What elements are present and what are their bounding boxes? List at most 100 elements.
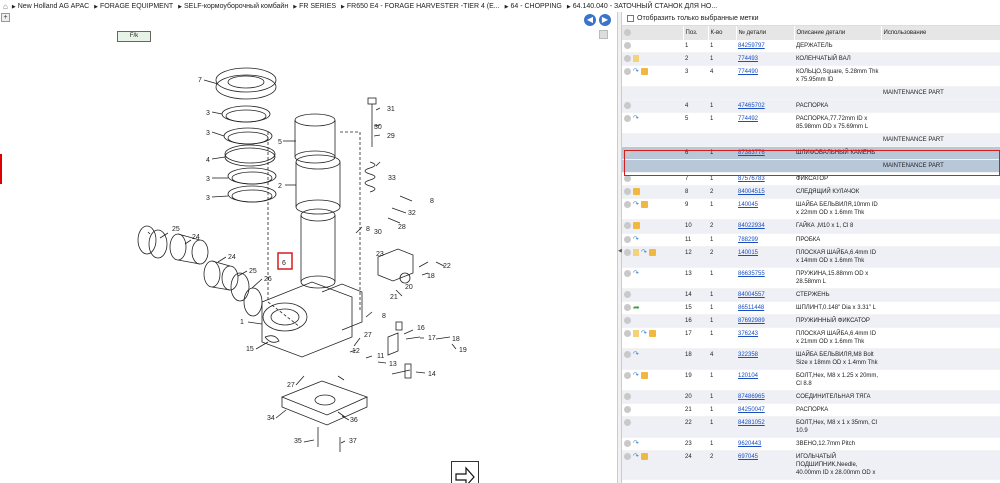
part-number-link[interactable]: 774492 xyxy=(738,116,758,122)
add-circle-icon[interactable] xyxy=(624,42,631,49)
part-number-link[interactable]: 140045 xyxy=(738,202,758,208)
table-row[interactable]: 20 1 87486965 СОЕДИНИТЕЛЬНАЯ ТЯГА xyxy=(622,390,1000,404)
table-row[interactable]: 6 1 87383776 ШЛИФОВАЛЬНЫЙ КАМЕНЬ xyxy=(622,146,1000,161)
table-row[interactable]: ↷ 19 1 120104 БОЛТ,Hex, M8 x 1.25 x 20mm, Cl… xyxy=(622,369,1000,391)
table-row[interactable]: ↷ 9 1 140045 ШАЙБА БЕЛЬВИЛЯ,10mm ID x 22mm O… xyxy=(622,198,1000,221)
table-row[interactable]: ↷ 11 1 788299 ПРОБКА xyxy=(622,233,1000,247)
table-row[interactable]: ↷ 24 2 697045 ИГОЛЬЧАТЫЙ ПОДШИПНИК,Needle, 4… xyxy=(622,450,1000,481)
package-icon[interactable] xyxy=(640,453,648,461)
note-icon[interactable] xyxy=(633,248,639,256)
table-row[interactable]: 8 2 84004515 СЛЕДЯЩИЙ КУЛАЧОК xyxy=(622,185,1000,200)
breadcrumb-item[interactable]: SELF-кормоуборочный комбайн xyxy=(178,3,288,10)
add-circle-icon[interactable] xyxy=(624,269,631,277)
part-number-link[interactable]: 84281052 xyxy=(738,420,765,426)
add-circle-icon[interactable] xyxy=(624,419,631,427)
table-row[interactable]: ↷ 17 1 376243 ПЛОСКАЯ ШАЙБА,6.4mm ID x 21mm … xyxy=(622,327,1000,349)
part-number-link[interactable]: 84004515 xyxy=(738,189,765,195)
table-row[interactable]: 16 1 87692989 ПРУЖИННЫЙ ФИКСАТОР xyxy=(622,314,1000,328)
part-number-link[interactable]: 87486965 xyxy=(738,394,765,400)
replacement-arrow-icon[interactable]: ↷ xyxy=(633,236,639,243)
replacement-arrow-icon[interactable]: ↷ xyxy=(633,115,639,122)
table-row[interactable]: ↷ 3 4 774490 КОЛЬЦО,Square, 5.28mm Thk x 75.… xyxy=(622,65,1000,88)
package-icon[interactable] xyxy=(633,222,640,230)
header-part-number[interactable]: № детали xyxy=(736,26,795,40)
header-usage[interactable]: Использование xyxy=(881,26,1000,40)
table-row[interactable]: ↷ 18 4 322358 ШАЙБА БЕЛЬВИЛЯ,M8 Bolt Size x … xyxy=(622,348,1000,370)
header-pos[interactable]: Поз. xyxy=(683,26,709,40)
breadcrumb-item[interactable]: New Holland AG APAC xyxy=(12,3,89,10)
add-circle-icon[interactable] xyxy=(624,371,631,379)
part-number-link[interactable]: 87576783 xyxy=(738,176,765,182)
part-number-link[interactable]: 120104 xyxy=(738,373,758,379)
part-number-link[interactable]: 84259797 xyxy=(738,43,765,49)
settings-circle-icon[interactable] xyxy=(624,29,631,37)
add-circle-icon[interactable] xyxy=(624,102,631,110)
add-circle-icon[interactable] xyxy=(624,68,631,76)
add-circle-icon[interactable] xyxy=(624,329,631,337)
add-circle-icon[interactable] xyxy=(624,316,631,324)
add-circle-icon[interactable] xyxy=(624,248,631,256)
package-icon[interactable] xyxy=(640,201,648,209)
home-icon[interactable]: ⌂ xyxy=(3,2,8,11)
part-number-link[interactable]: 774490 xyxy=(738,69,758,75)
package-icon[interactable] xyxy=(640,68,648,76)
part-number-link[interactable]: 140015 xyxy=(738,250,758,256)
replacement-arrow-icon[interactable]: ↷ xyxy=(633,270,639,277)
splitter-handle-icon[interactable]: ◀ xyxy=(618,248,622,254)
filter-row[interactable]: Отобразить только выбранные метки xyxy=(622,12,1000,26)
replacement-arrow-icon[interactable]: ↷ xyxy=(633,440,639,447)
add-circle-icon[interactable] xyxy=(624,175,631,183)
breadcrumb-item[interactable]: FORAGE EQUIPMENT xyxy=(94,3,173,10)
add-circle-icon[interactable] xyxy=(624,303,631,311)
show-selected-checkbox[interactable] xyxy=(627,15,634,22)
table-row[interactable]: 14 1 84004557 СТЕРЖЕНЬ xyxy=(622,288,1000,302)
breadcrumb-item[interactable]: FR650 E4 - FORAGE HARVESTER -TIER 4 (E..… xyxy=(341,3,500,10)
part-number-link[interactable]: 774493 xyxy=(738,56,758,62)
part-number-link[interactable]: 86635755 xyxy=(738,271,765,277)
note-icon[interactable] xyxy=(633,329,639,337)
add-circle-icon[interactable] xyxy=(624,235,631,243)
part-number-link[interactable]: 697045 xyxy=(738,454,758,460)
table-row[interactable]: 4 1 47465702 РАСПОРКА xyxy=(622,99,1000,114)
replacement-arrow-icon[interactable]: ↷ xyxy=(633,372,639,379)
add-circle-icon[interactable] xyxy=(624,405,631,413)
part-number-link[interactable]: 788299 xyxy=(738,237,758,243)
add-circle-icon[interactable] xyxy=(624,149,631,157)
part-number-link[interactable]: 84022934 xyxy=(738,223,765,229)
breadcrumb-item[interactable]: 64.140.040 - ЗАТОЧНЫЙ СТАНОК ДЛЯ НО... xyxy=(567,3,717,10)
exploded-diagram-pane[interactable]: + F/k ◀ ▶ 7 3 3 4 3 3 5 2 31 30 29 33 8 … xyxy=(0,12,617,483)
part-number-link[interactable]: 86511448 xyxy=(738,305,764,311)
header-description[interactable]: Описание детали xyxy=(794,26,882,40)
add-circle-icon[interactable] xyxy=(624,392,631,400)
table-row[interactable]: 22 1 84281052 БОЛТ,Hex, M8 x 1 x 35mm, Cl 1… xyxy=(622,416,1000,439)
package-icon[interactable] xyxy=(640,371,648,379)
part-number-link[interactable]: 47465702 xyxy=(738,103,765,109)
table-row[interactable]: ↷ 5 1 774492 РАСПОРКА,77.72mm ID x 85.98mm O… xyxy=(622,112,1000,135)
next-page-arrow[interactable] xyxy=(451,461,479,483)
header-qty[interactable]: К-во xyxy=(708,26,737,40)
part-number-link[interactable]: 322358 xyxy=(738,352,758,358)
add-circle-icon[interactable] xyxy=(624,453,631,461)
table-row[interactable]: 1 1 84259797 ДЕРЖАТЕЛЬ xyxy=(622,40,1000,54)
table-row[interactable]: 7 1 87576783 ФИКСАТОР xyxy=(622,172,1000,187)
add-circle-icon[interactable] xyxy=(624,290,631,298)
table-row[interactable]: ➦ 15 1 86511448 ШПЛИНТ,0.148" Dia x 3.31" L xyxy=(622,301,1000,315)
table-row[interactable]: ↷ 12 2 140015 ПЛОСКАЯ ШАЙБА,6.4mm ID x 14mm … xyxy=(622,246,1000,268)
replacement-arrow-icon[interactable]: ↷ xyxy=(633,68,639,75)
breadcrumb-item[interactable]: FR SERIES xyxy=(293,3,336,10)
package-icon[interactable] xyxy=(648,248,656,256)
add-circle-icon[interactable] xyxy=(624,55,631,63)
table-row[interactable]: ↷ 13 1 86635755 ПРУЖИНА,15.88mm OD x 28.58mm… xyxy=(622,267,1000,289)
part-number-link[interactable]: 87383776 xyxy=(738,150,765,156)
green-arrow-icon[interactable]: ➦ xyxy=(633,303,640,311)
package-icon[interactable] xyxy=(648,329,656,337)
part-number-link[interactable]: 9620443 xyxy=(738,441,761,447)
add-circle-icon[interactable] xyxy=(624,115,631,123)
replacement-arrow-icon[interactable]: ↷ xyxy=(633,201,639,208)
breadcrumb-item[interactable]: 64 - CHOPPING xyxy=(505,3,562,10)
table-row[interactable]: 2 1 774493 КОЛЕНЧАТЫЙ ВАЛ xyxy=(622,52,1000,67)
add-circle-icon[interactable] xyxy=(624,188,631,196)
add-circle-icon[interactable] xyxy=(624,222,631,230)
add-circle-icon[interactable] xyxy=(624,350,631,358)
package-icon[interactable] xyxy=(633,188,640,196)
